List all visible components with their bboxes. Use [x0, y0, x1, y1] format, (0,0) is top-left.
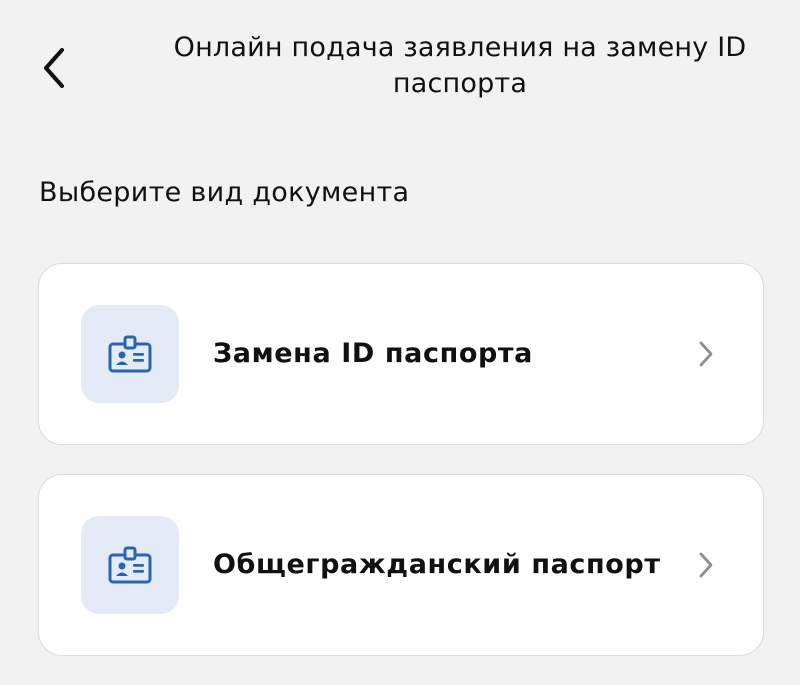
- id-badge-icon: [108, 546, 152, 584]
- chevron-left-icon: [44, 48, 64, 88]
- option-label: Замена ID паспорта: [213, 338, 533, 369]
- option-icon-tile: [81, 305, 179, 403]
- chevron-right-icon: [695, 550, 717, 580]
- id-badge-icon: [108, 335, 152, 373]
- section-heading: Выберите вид документа: [39, 177, 410, 208]
- option-icon-tile: [81, 516, 179, 614]
- option-card-id-passport-replacement[interactable]: Замена ID паспорта: [38, 263, 764, 445]
- header: Онлайн подача заявления на замену ID пас…: [0, 0, 800, 120]
- option-label: Общегражданский паспорт: [213, 549, 661, 580]
- page-title: Онлайн подача заявления на замену ID пас…: [173, 32, 747, 99]
- back-button[interactable]: [30, 40, 78, 96]
- option-card-general-passport[interactable]: Общегражданский паспорт: [38, 474, 764, 656]
- chevron-right-icon: [695, 339, 717, 369]
